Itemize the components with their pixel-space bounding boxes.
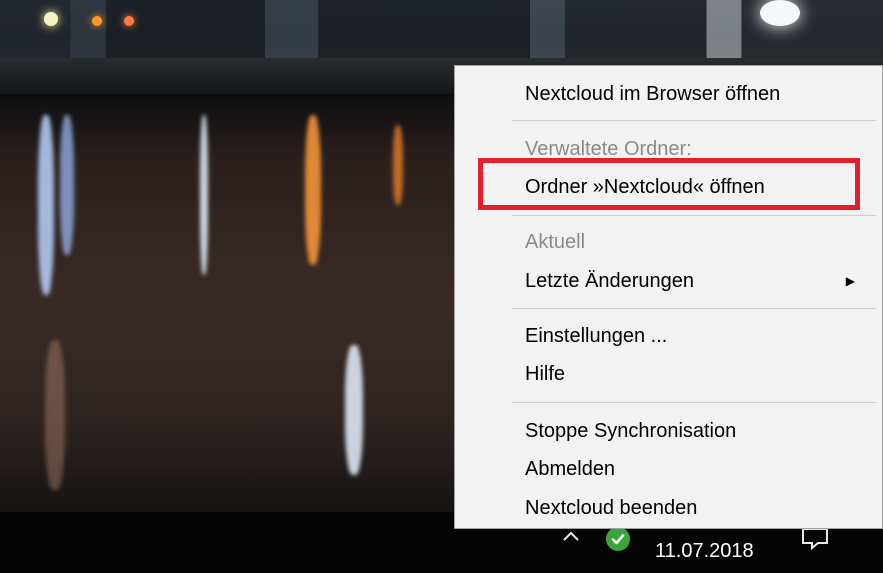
city-light <box>44 12 58 26</box>
water-reflection <box>38 115 54 295</box>
water-reflection <box>45 340 65 490</box>
menu-item-open-browser[interactable]: Nextcloud im Browser öffnen <box>455 77 882 111</box>
menu-item-logout[interactable]: Abmelden <box>455 452 882 486</box>
water-reflection <box>305 115 321 265</box>
menu-item-quit[interactable]: Nextcloud beenden <box>455 491 882 525</box>
nextcloud-status-check-icon[interactable] <box>606 527 630 551</box>
menu-item-recent-changes[interactable]: Letzte Änderungen ▶ <box>455 264 882 298</box>
menu-separator <box>512 120 876 121</box>
menu-heading-current: Aktuell <box>525 231 586 253</box>
menu-item-help[interactable]: Hilfe <box>455 357 882 391</box>
menu-separator <box>512 402 876 403</box>
menu-item-stop-sync[interactable]: Stoppe Synchronisation <box>455 414 882 448</box>
menu-item-settings[interactable]: Einstellungen ... <box>455 319 882 353</box>
taskbar-date[interactable]: 11.07.2018 <box>655 538 770 564</box>
city-light <box>760 0 800 26</box>
water-reflection <box>60 115 74 255</box>
menu-separator <box>512 215 876 216</box>
chevron-up-icon[interactable] <box>560 527 582 547</box>
nextcloud-context-menu: Nextcloud im Browser öffnen Verwaltete O… <box>454 65 883 529</box>
water-reflection <box>200 115 208 275</box>
city-light <box>124 16 134 26</box>
city-light <box>92 16 102 26</box>
water-reflection <box>345 345 363 475</box>
notification-icon[interactable] <box>800 526 830 551</box>
menu-item-recent-changes-label: Letzte Änderungen <box>525 270 695 292</box>
water-reflection <box>393 125 403 205</box>
highlight-annotation-box <box>478 158 860 210</box>
submenu-arrow-icon: ▶ <box>845 274 855 288</box>
skyline <box>0 0 883 60</box>
menu-separator <box>512 308 876 309</box>
